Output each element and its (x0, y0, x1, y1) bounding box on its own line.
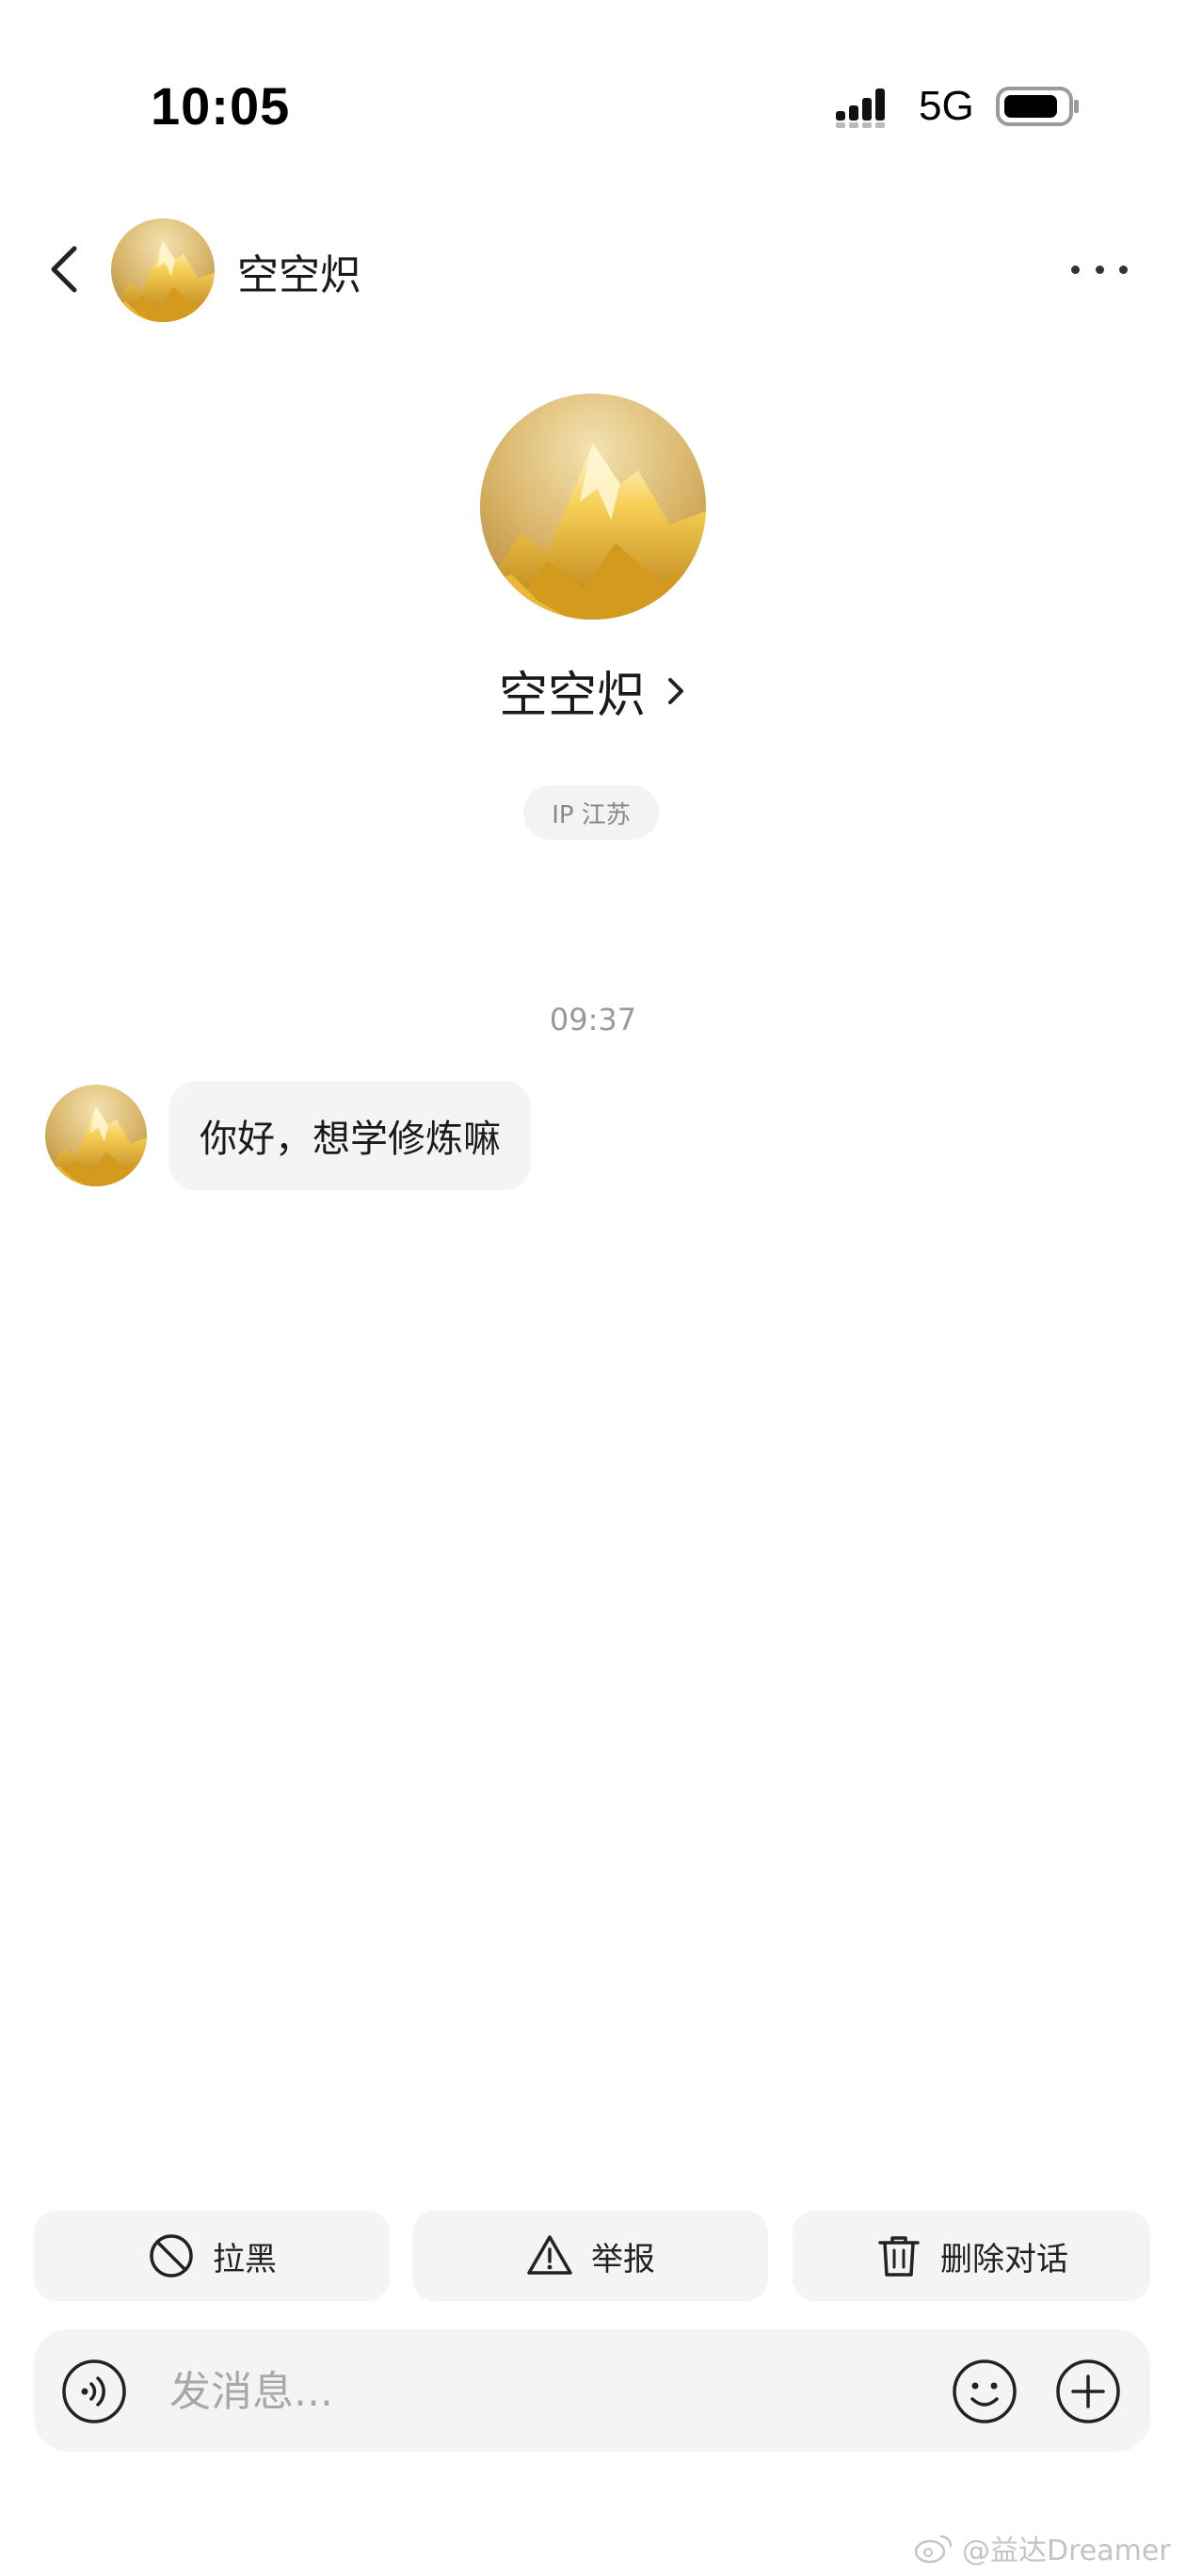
more-icon (1071, 265, 1080, 274)
chevron-left-icon (51, 246, 77, 293)
delete-conversation-button[interactable]: 删除对话 (793, 2211, 1150, 2301)
profile-avatar[interactable] (480, 394, 706, 620)
trash-icon (878, 2236, 920, 2277)
block-icon (150, 2234, 193, 2278)
chevron-right-icon (668, 677, 683, 704)
message-input[interactable] (169, 2344, 922, 2439)
ip-location-badge: IP 江苏 (523, 785, 659, 840)
watermark-text: @益达Dreamer (962, 2535, 1171, 2568)
battery-icon (996, 87, 1079, 126)
delete-label: 删除对话 (940, 2240, 1068, 2278)
weibo-logo-icon (914, 2535, 953, 2564)
signal-icon (836, 89, 885, 128)
sender-avatar[interactable] (45, 1085, 147, 1186)
emoji-icon[interactable] (951, 2358, 1018, 2425)
watermark: @益达Dreamer (913, 2527, 1171, 2568)
network-type: 5G (919, 83, 974, 129)
profile-link[interactable]: 空空炽 (0, 655, 1186, 726)
block-label: 拉黑 (213, 2240, 277, 2278)
status-time: 10:05 (151, 76, 291, 136)
message-timestamp: 09:37 (549, 1002, 637, 1038)
voice-icon[interactable] (60, 2358, 128, 2425)
report-label: 举报 (591, 2240, 655, 2278)
plus-icon[interactable] (1054, 2358, 1122, 2425)
warning-icon (527, 2235, 572, 2275)
block-button[interactable]: 拉黑 (34, 2211, 390, 2301)
profile-name: 空空炽 (498, 668, 646, 724)
header-avatar[interactable] (111, 218, 215, 322)
report-button[interactable]: 举报 (412, 2211, 768, 2301)
back-button[interactable] (38, 239, 90, 299)
more-button[interactable] (1071, 254, 1128, 284)
header-username[interactable]: 空空炽 (237, 241, 361, 301)
message-bubble[interactable]: 你好，想学修炼嘛 (169, 1081, 531, 1190)
